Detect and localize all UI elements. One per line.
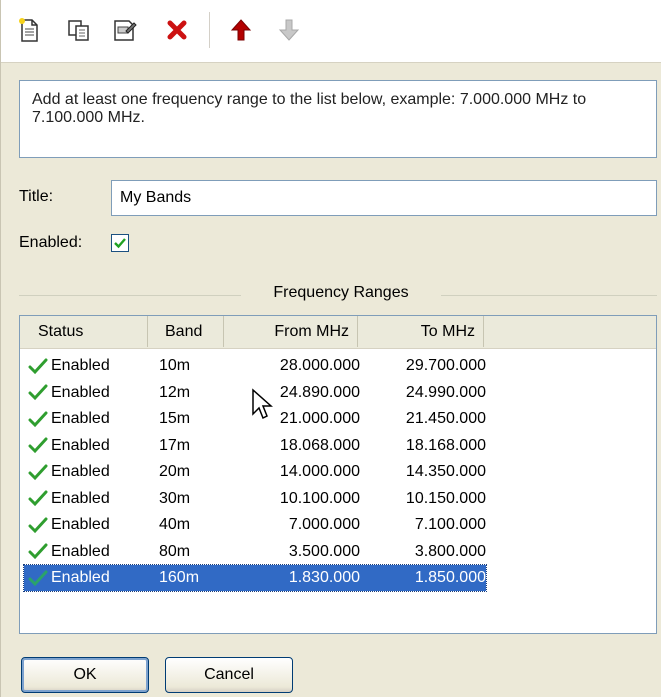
to-cell: 24.990.000 — [405, 383, 486, 401]
group-divider-left — [19, 295, 241, 296]
enabled-check-icon — [28, 464, 48, 480]
toolbar — [1, 0, 661, 63]
enabled-check-icon — [28, 517, 48, 533]
new-document-icon — [19, 18, 38, 42]
move-down-icon — [278, 19, 300, 41]
band-cell: 40m — [159, 516, 191, 533]
table-row[interactable]: Enabled 20m 14.000.000 14.350.000 — [24, 459, 486, 485]
to-cell: 21.450.000 — [405, 410, 486, 427]
move-up-button[interactable] — [225, 14, 257, 46]
from-cell: 3.500.000 — [288, 542, 360, 560]
enabled-check-icon — [28, 411, 48, 427]
copy-button[interactable] — [63, 14, 95, 46]
status-cell: Enabled — [28, 512, 152, 538]
enabled-checkbox[interactable] — [111, 234, 129, 252]
to-cell: 1.850.000 — [414, 569, 486, 586]
move-up-icon — [230, 19, 252, 41]
band-cell: 10m — [159, 357, 191, 374]
status-text: Enabled — [51, 436, 110, 454]
column-header-from[interactable]: From MHz — [224, 316, 358, 347]
status-cell: Enabled — [28, 565, 152, 591]
status-cell: Enabled — [28, 433, 152, 459]
instruction-text: Add at least one frequency range to the … — [19, 80, 657, 158]
enabled-check-icon — [28, 384, 48, 401]
table-row[interactable]: Enabled 160m 1.830.000 1.850.000 — [23, 564, 487, 592]
table-row[interactable]: Enabled 40m 7.000.000 7.100.000 — [24, 512, 486, 538]
status-cell: Enabled — [28, 486, 152, 512]
status-cell: Enabled — [28, 406, 152, 432]
band-cell: 80m — [159, 542, 191, 560]
band-cell: 30m — [159, 489, 191, 507]
table-row[interactable]: Enabled 10m 28.000.000 29.700.000 — [24, 353, 486, 379]
status-text: Enabled — [51, 357, 110, 374]
band-cell: 20m — [159, 463, 191, 480]
delete-icon — [167, 20, 187, 40]
status-text: Enabled — [51, 516, 110, 533]
enabled-check-icon — [28, 437, 48, 454]
from-cell: 1.830.000 — [288, 569, 360, 586]
frequency-list[interactable]: Status Band From MHz To MHz Enabled 10m 28… — [19, 315, 657, 634]
frequency-ranges-title: Frequency Ranges — [251, 284, 431, 302]
status-text: Enabled — [51, 569, 110, 586]
to-cell: 14.350.000 — [405, 463, 486, 480]
group-divider-right — [441, 295, 657, 296]
status-text: Enabled — [51, 489, 110, 507]
move-down-button[interactable] — [273, 14, 305, 46]
to-cell: 10.150.000 — [405, 489, 486, 507]
status-cell: Enabled — [28, 380, 152, 406]
column-header-band[interactable]: Band — [148, 316, 224, 347]
cancel-button[interactable]: Cancel — [165, 657, 293, 693]
status-text: Enabled — [51, 410, 110, 427]
properties-icon — [114, 20, 137, 41]
column-header-status[interactable]: Status — [20, 316, 148, 347]
enabled-check-icon — [28, 490, 48, 507]
toolbar-separator — [209, 12, 210, 48]
status-text: Enabled — [51, 542, 110, 560]
band-cell: 17m — [159, 436, 191, 454]
status-text: Enabled — [51, 463, 110, 480]
new-document-button[interactable] — [13, 14, 45, 46]
band-cell: 160m — [159, 569, 200, 586]
table-row[interactable]: Enabled 17m 18.068.000 18.168.000 — [24, 433, 486, 459]
properties-button[interactable] — [109, 14, 141, 46]
copy-icon — [68, 20, 89, 41]
from-cell: 18.068.000 — [279, 436, 360, 454]
from-cell: 10.100.000 — [279, 489, 360, 507]
to-cell: 7.100.000 — [414, 516, 486, 533]
title-input[interactable] — [111, 180, 657, 216]
from-cell: 28.000.000 — [279, 357, 360, 374]
to-cell: 18.168.000 — [405, 436, 486, 454]
frequency-ranges-dialog: Add at least one frequency range to the … — [0, 0, 661, 697]
from-cell: 14.000.000 — [279, 463, 360, 480]
mouse-cursor-icon — [252, 388, 273, 420]
to-cell: 3.800.000 — [414, 542, 486, 560]
table-row[interactable]: Enabled 30m 10.100.000 10.150.000 — [24, 486, 486, 512]
enabled-check-icon — [28, 358, 48, 374]
band-cell: 15m — [159, 410, 191, 427]
to-cell: 29.700.000 — [405, 357, 486, 374]
ok-button[interactable]: OK — [21, 657, 149, 693]
delete-button[interactable] — [161, 14, 193, 46]
enabled-check-icon — [28, 570, 48, 586]
column-header-filler — [484, 316, 656, 347]
status-cell: Enabled — [28, 539, 152, 565]
checkmark-icon — [114, 238, 126, 249]
status-cell: Enabled — [28, 459, 152, 485]
column-header-to[interactable]: To MHz — [358, 316, 484, 347]
from-cell: 7.000.000 — [288, 516, 360, 533]
enabled-check-icon — [28, 543, 48, 560]
status-cell: Enabled — [28, 353, 152, 379]
title-label: Title: — [19, 188, 54, 205]
enabled-label: Enabled: — [19, 234, 83, 251]
band-cell: 12m — [159, 383, 191, 401]
list-header: Status Band From MHz To MHz — [20, 316, 656, 349]
status-text: Enabled — [51, 383, 110, 401]
table-row[interactable]: Enabled 80m 3.500.000 3.800.000 — [24, 539, 486, 565]
